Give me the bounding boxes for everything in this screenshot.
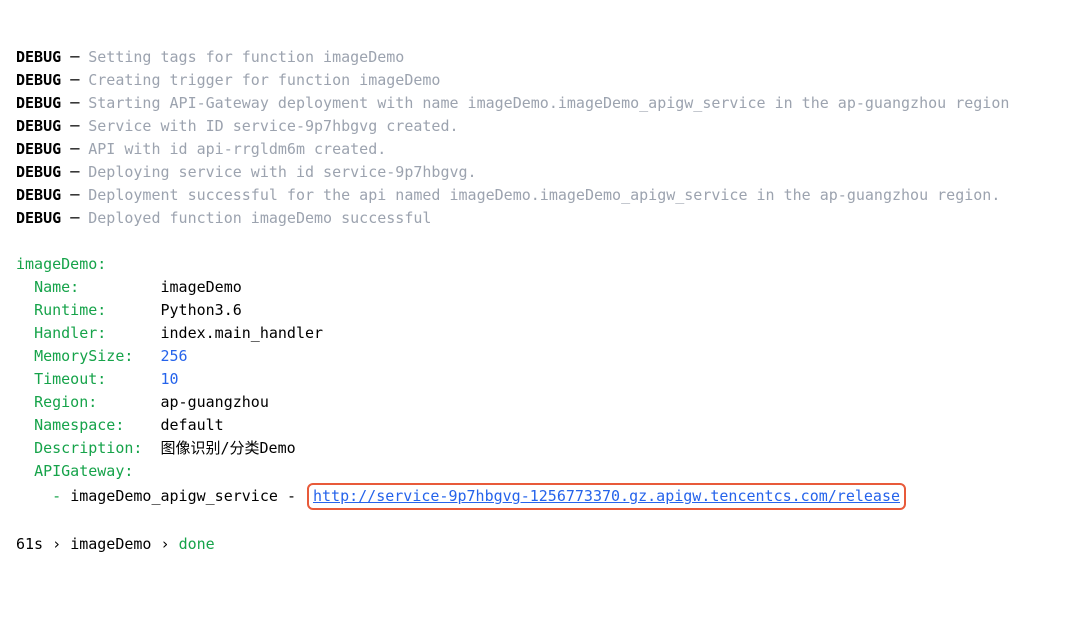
field-key-name: Name: (34, 278, 142, 296)
debug-line: DEBUG ─ API with id api-rrgldm6m created… (16, 138, 1064, 161)
dash-icon: ─ (70, 48, 79, 66)
chevron-right-icon: › (161, 535, 170, 553)
dash-icon: ─ (70, 94, 79, 112)
dash-icon: ─ (70, 140, 79, 158)
debug-label: DEBUG (16, 209, 61, 227)
prompt-name: imageDemo (70, 535, 151, 553)
field-value-namespace: default (161, 416, 224, 434)
debug-line: DEBUG ─ Setting tags for function imageD… (16, 46, 1064, 69)
debug-line: DEBUG ─ Creating trigger for function im… (16, 69, 1064, 92)
field-value-name: imageDemo (161, 278, 242, 296)
field-key-runtime: Runtime: (34, 301, 142, 319)
field-key-namespace: Namespace: (34, 416, 142, 434)
debug-message: API with id api-rrgldm6m created. (88, 140, 386, 158)
debug-message: Deployment successful for the api named … (88, 186, 1000, 204)
output-header: imageDemo: (16, 255, 106, 273)
debug-line: DEBUG ─ Deployment successful for the ap… (16, 184, 1064, 207)
debug-message: Deployed function imageDemo successful (88, 209, 431, 227)
field-key-timeout: Timeout: (34, 370, 142, 388)
list-dash-icon: - (52, 487, 61, 505)
field-value-description: 图像识别/分类Demo (161, 439, 296, 457)
field-key-description: Description: (34, 439, 142, 457)
url-highlight-box: http://service-9p7hbgvg-1256773370.gz.ap… (307, 483, 906, 510)
debug-line: DEBUG ─ Starting API-Gateway deployment … (16, 92, 1064, 115)
debug-label: DEBUG (16, 186, 61, 204)
prompt-line: 61s › imageDemo › done (16, 533, 1064, 556)
terminal-output: DEBUG ─ Setting tags for function imageD… (16, 46, 1064, 556)
output-section: imageDemo: Name: imageDemo Runtime: Pyth… (16, 253, 1064, 510)
debug-label: DEBUG (16, 94, 61, 112)
field-key-apigateway: APIGateway: (34, 462, 133, 480)
field-value-memorysize: 256 (161, 347, 188, 365)
debug-line: DEBUG ─ Service with ID service-9p7hbgvg… (16, 115, 1064, 138)
dash-icon: ─ (70, 163, 79, 181)
field-value-handler: index.main_handler (161, 324, 324, 342)
debug-label: DEBUG (16, 117, 61, 135)
debug-line: DEBUG ─ Deploying service with id servic… (16, 161, 1064, 184)
debug-message: Creating trigger for function imageDemo (88, 71, 440, 89)
debug-message: Setting tags for function imageDemo (88, 48, 404, 66)
debug-message: Deploying service with id service-9p7hbg… (88, 163, 476, 181)
debug-line: DEBUG ─ Deployed function imageDemo succ… (16, 207, 1064, 230)
field-value-runtime: Python3.6 (161, 301, 242, 319)
prompt-time: 61s (16, 535, 43, 553)
apigw-url-link[interactable]: http://service-9p7hbgvg-1256773370.gz.ap… (313, 487, 900, 505)
dash-icon: ─ (70, 209, 79, 227)
field-value-region: ap-guangzhou (161, 393, 269, 411)
separator: - (287, 487, 296, 505)
debug-message: Service with ID service-9p7hbgvg created… (88, 117, 458, 135)
field-key-memorysize: MemorySize: (34, 347, 142, 365)
dash-icon: ─ (70, 186, 79, 204)
field-key-region: Region: (34, 393, 142, 411)
field-key-handler: Handler: (34, 324, 142, 342)
apigw-service-name: imageDemo_apigw_service (70, 487, 278, 505)
debug-label: DEBUG (16, 48, 61, 66)
debug-message: Starting API-Gateway deployment with nam… (88, 94, 1009, 112)
debug-label: DEBUG (16, 163, 61, 181)
debug-label: DEBUG (16, 140, 61, 158)
field-value-timeout: 10 (161, 370, 179, 388)
chevron-right-icon: › (52, 535, 61, 553)
dash-icon: ─ (70, 71, 79, 89)
prompt-status: done (179, 535, 215, 553)
dash-icon: ─ (70, 117, 79, 135)
debug-label: DEBUG (16, 71, 61, 89)
